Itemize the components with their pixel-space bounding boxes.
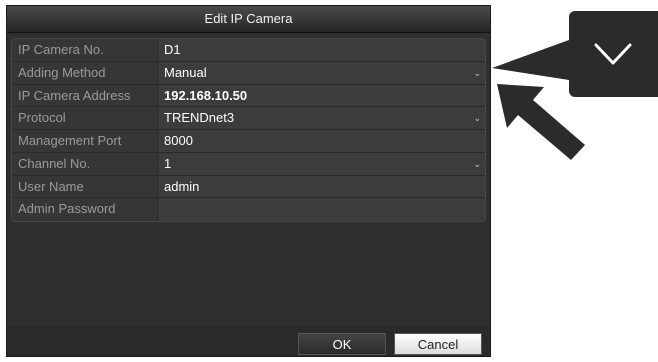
- field-label: User Name: [18, 178, 84, 194]
- field-channel-no: Channel No. 1 ⌄: [12, 152, 485, 176]
- camera-form: IP Camera No. D1 Adding Method Manual ⌄ …: [11, 38, 486, 222]
- ip-camera-no-value: D1: [157, 39, 485, 61]
- field-adding-method: Adding Method Manual ⌄: [12, 61, 485, 85]
- callout-wedge: [492, 40, 569, 80]
- dialog-title: Edit IP Camera: [7, 6, 490, 33]
- field-label: Channel No.: [18, 155, 91, 171]
- field-label: Protocol: [18, 110, 66, 126]
- select-value: Manual: [164, 64, 207, 80]
- field-label: IP Camera Address: [18, 87, 131, 103]
- field-label: IP Camera No.: [18, 42, 104, 57]
- chevron-down-icon[interactable]: ⌄: [473, 110, 481, 126]
- field-label: Admin Password: [18, 201, 116, 217]
- user-name-input[interactable]: admin: [157, 175, 485, 198]
- edit-ip-camera-dialog: Edit IP Camera IP Camera No. D1 Adding M…: [6, 5, 491, 357]
- chevron-down-icon[interactable]: ⌄: [473, 156, 481, 172]
- select-value: TRENDnet3: [164, 110, 235, 126]
- cancel-button[interactable]: Cancel: [394, 333, 482, 355]
- dropdown-callout: [569, 11, 658, 97]
- field-ip-camera-no: IP Camera No. D1: [12, 39, 485, 62]
- field-ip-camera-address: IP Camera Address 192.168.10.50: [12, 84, 485, 108]
- field-label: Management Port: [18, 133, 122, 148]
- select-value: 1: [164, 155, 172, 171]
- field-user-name: User Name admin: [12, 175, 485, 199]
- ip-camera-address-input[interactable]: 192.168.10.50: [157, 84, 485, 107]
- field-label: Adding Method: [18, 64, 106, 80]
- channel-no-select[interactable]: 1 ⌄: [157, 152, 485, 175]
- management-port-input[interactable]: 8000: [157, 130, 485, 152]
- field-management-port: Management Port 8000: [12, 130, 485, 153]
- chevron-down-icon: [594, 43, 632, 65]
- adding-method-select[interactable]: Manual ⌄: [157, 61, 485, 84]
- ok-button[interactable]: OK: [298, 333, 386, 355]
- dialog-button-bar: OK Cancel: [7, 326, 490, 356]
- protocol-select[interactable]: TRENDnet3 ⌄: [157, 107, 485, 129]
- field-protocol: Protocol TRENDnet3 ⌄: [12, 107, 485, 130]
- field-admin-password: Admin Password: [12, 198, 485, 221]
- chevron-down-icon[interactable]: ⌄: [473, 65, 481, 81]
- admin-password-input[interactable]: [157, 198, 485, 221]
